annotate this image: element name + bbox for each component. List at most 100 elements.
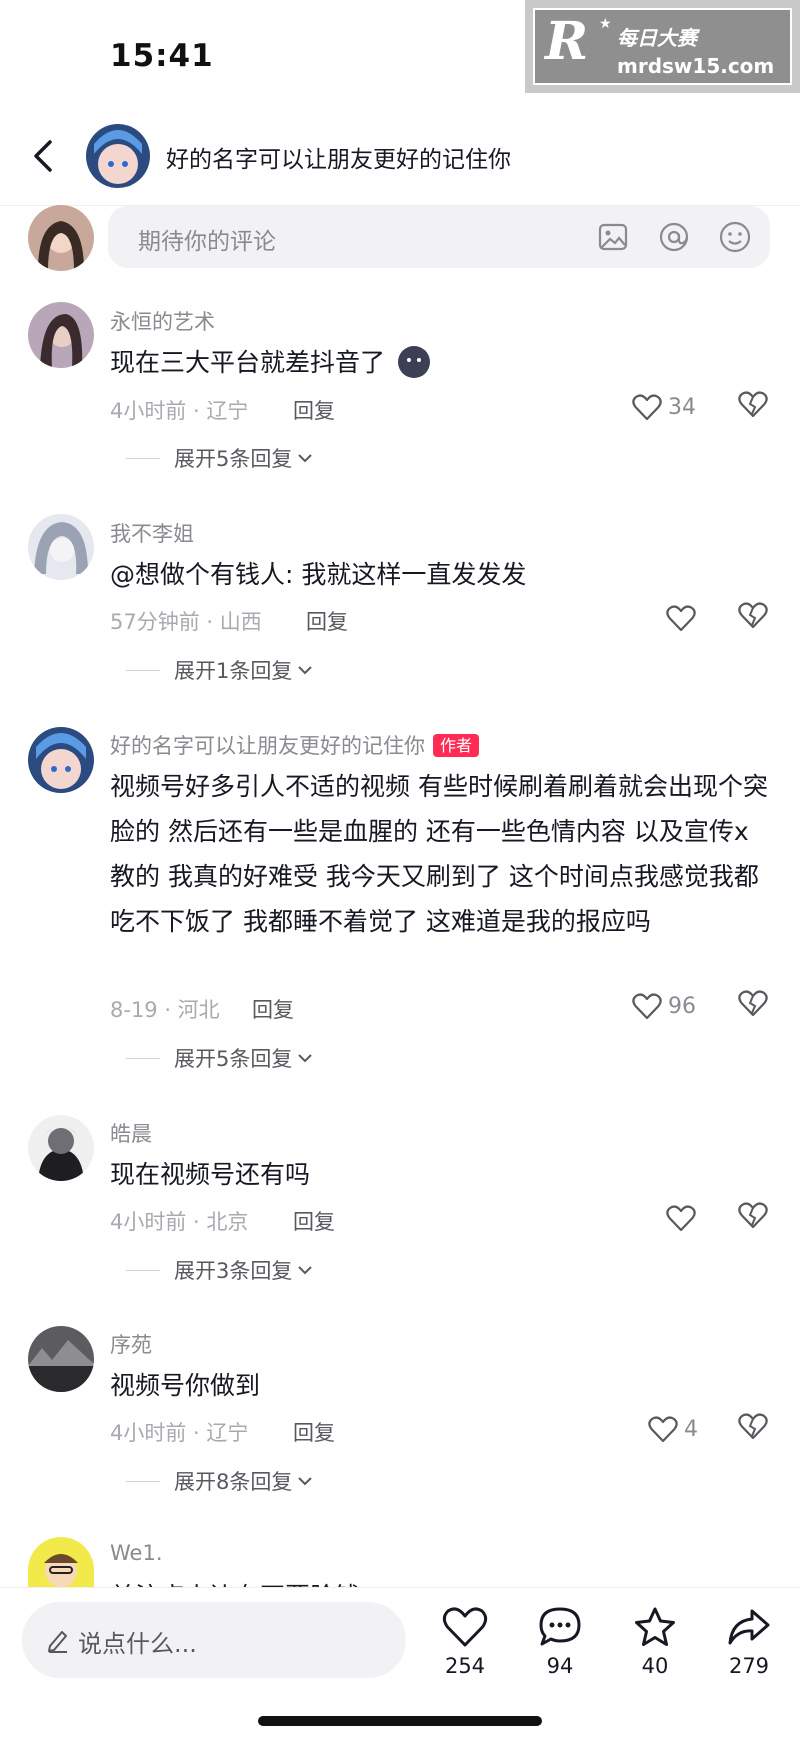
broken-heart-icon: [738, 391, 768, 418]
expand-label: 展开5条回复: [174, 1047, 293, 1071]
clipped-comment-text: 关注点上边有不要脸钱: [0, 1575, 800, 1587]
watermark-url: mrdsw15.com: [617, 54, 775, 78]
chevron-down-icon: [298, 666, 313, 675]
comment-username[interactable]: 永恒的艺术: [110, 306, 215, 336]
reply-button[interactable]: 回复: [306, 606, 348, 636]
broken-heart-icon: [738, 1413, 768, 1440]
dislike-button[interactable]: [738, 1201, 768, 1233]
like-count: 34: [668, 394, 696, 420]
broken-heart-icon: [738, 990, 768, 1017]
favorite-action[interactable]: 40: [610, 1606, 700, 1678]
comment-username[interactable]: 序苑: [110, 1329, 152, 1359]
expand-label: 展开5条回复: [174, 447, 293, 471]
expand-replies[interactable]: 展开8条回复: [126, 1466, 314, 1496]
expand-line: [126, 1057, 160, 1059]
comment-text: 视频号你做到: [110, 1371, 261, 1400]
chevron-down-icon: [298, 1054, 313, 1063]
broken-heart-icon: [738, 1202, 768, 1229]
comment-meta: 57分钟前 · 山西: [110, 610, 262, 634]
comment-text: @想做个有钱人: 我就这样一直发发发: [110, 560, 527, 589]
comment-meta: 4小时前 · 辽宁: [110, 399, 249, 423]
comment-input-placeholder: 期待你的评论: [138, 229, 276, 255]
comment-meta: 8-19 · 河北: [110, 998, 220, 1022]
like-button[interactable]: [666, 1201, 696, 1235]
comment-username[interactable]: 好的名字可以让朋友更好的记住你 作者: [110, 730, 480, 760]
comment-text: 现在三大平台就差抖音了: [110, 340, 770, 393]
chevron-down-icon: [298, 1266, 313, 1275]
home-indicator[interactable]: [258, 1716, 542, 1726]
author-avatar[interactable]: [86, 124, 150, 188]
dislike-button[interactable]: [738, 989, 768, 1021]
chevron-down-icon: [298, 454, 313, 463]
favorite-count: 40: [641, 1654, 669, 1678]
expand-line: [126, 1269, 160, 1271]
like-count: 4: [684, 1416, 698, 1442]
heart-icon: [666, 1205, 696, 1232]
broken-heart-icon: [738, 602, 768, 629]
comment-meta: 4小时前 · 辽宁: [110, 1421, 249, 1445]
image-icon[interactable]: [593, 217, 633, 257]
reply-button[interactable]: 回复: [252, 994, 294, 1024]
commenter-avatar[interactable]: [28, 514, 94, 580]
comment-bubble-icon: [539, 1607, 581, 1646]
reply-button[interactable]: 回复: [293, 395, 335, 425]
commenter-avatar[interactable]: [28, 1115, 94, 1181]
reply-button[interactable]: 回复: [293, 1206, 335, 1236]
commenter-avatar[interactable]: [28, 1326, 94, 1392]
page-title: 好的名字可以让朋友更好的记住你: [166, 147, 511, 173]
comment-meta: 4小时前 · 北京: [110, 1210, 249, 1234]
share-count: 279: [728, 1654, 770, 1678]
heart-icon: [632, 394, 662, 421]
comment-count: 94: [546, 1654, 574, 1678]
like-button[interactable]: 96: [632, 989, 696, 1023]
reply-button[interactable]: 回复: [293, 1417, 335, 1447]
my-avatar[interactable]: [28, 205, 94, 271]
comment-username[interactable]: 皓晨: [110, 1118, 152, 1148]
pencil-icon: [46, 1627, 70, 1657]
like-count: 254: [444, 1654, 486, 1678]
commenter-avatar[interactable]: [28, 302, 94, 368]
like-action[interactable]: 254: [420, 1606, 510, 1678]
expand-label: 展开1条回复: [174, 659, 293, 683]
expand-line: [126, 457, 160, 459]
chevron-left-icon: [34, 140, 52, 172]
watermark-star-icon: ★: [599, 16, 612, 32]
bottom-divider: [0, 1587, 800, 1588]
comment-username[interactable]: We1.: [110, 1541, 163, 1565]
status-time: 15:41: [110, 38, 214, 74]
chevron-down-icon: [298, 1477, 313, 1486]
heart-icon: [666, 605, 696, 632]
expand-label: 展开8条回复: [174, 1470, 293, 1494]
emoji-icon[interactable]: [715, 217, 755, 257]
dislike-button[interactable]: [738, 601, 768, 633]
commenter-avatar[interactable]: [28, 727, 94, 793]
dislike-button[interactable]: [738, 390, 768, 422]
heart-icon: [648, 1416, 678, 1443]
dislike-button[interactable]: [738, 1412, 768, 1444]
heart-icon: [632, 993, 662, 1020]
expand-replies[interactable]: 展开5条回复: [126, 1043, 314, 1073]
at-icon[interactable]: [654, 217, 694, 257]
expand-replies[interactable]: 展开3条回复: [126, 1255, 314, 1285]
expand-label: 展开3条回复: [174, 1259, 293, 1283]
expand-replies[interactable]: 展开1条回复: [126, 655, 314, 685]
star-icon: [635, 1607, 675, 1646]
share-arrow-icon: [728, 1609, 770, 1645]
watermark-title: 每日大赛: [617, 26, 697, 50]
heart-icon: [442, 1607, 488, 1647]
comment-text: 视频号好多引人不适的视频 有些时候刷着刷着就会出现个突脸的 然后还有一些是血腥的…: [110, 772, 768, 936]
like-count: 96: [668, 993, 696, 1019]
watermark-logo: R: [545, 11, 589, 72]
comment-text: 关注点上边有不要脸钱: [110, 1575, 770, 1587]
comment-username[interactable]: 我不李姐: [110, 518, 194, 548]
share-action[interactable]: 279: [704, 1606, 794, 1678]
like-button[interactable]: 34: [632, 390, 696, 424]
emoji-face-icon: [397, 345, 431, 393]
expand-line: [126, 669, 160, 671]
watermark: R ★ 每日大赛 mrdsw15.com: [525, 0, 800, 93]
back-button[interactable]: [30, 136, 60, 176]
expand-replies[interactable]: 展开5条回复: [126, 443, 314, 473]
comment-action[interactable]: 94: [515, 1606, 605, 1678]
like-button[interactable]: 4: [648, 1412, 698, 1446]
like-button[interactable]: [666, 601, 696, 635]
